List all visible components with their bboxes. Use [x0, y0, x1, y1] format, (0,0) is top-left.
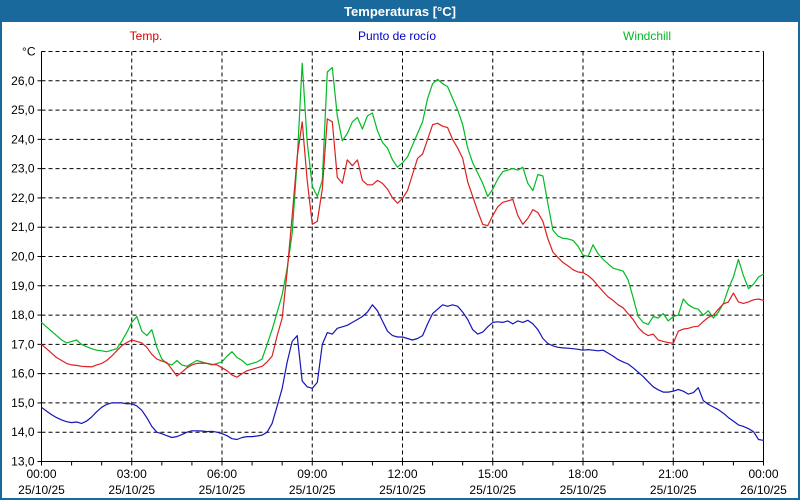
x-axis-date-label: 26/10/25 [740, 483, 787, 497]
y-axis-tick-label: 25,0 [11, 103, 35, 117]
y-axis-tick-label: 23,0 [11, 162, 35, 176]
y-axis-tick-label: 20,0 [11, 250, 35, 264]
y-axis-tick-label: 19,0 [11, 279, 35, 293]
y-axis-tick-label: 26,0 [11, 74, 35, 88]
x-axis-date-label: 25/10/25 [469, 483, 516, 497]
x-axis-date-label: 25/10/25 [108, 483, 155, 497]
x-axis-time-label: 15:00 [478, 467, 508, 481]
x-axis-time-label: 06:00 [207, 467, 237, 481]
gridlines [42, 52, 764, 462]
x-axis-date-label: 25/10/25 [379, 483, 426, 497]
y-axis-tick-label: 14,0 [11, 425, 35, 439]
x-axis-time-label: 00:00 [26, 467, 56, 481]
y-axis-tick-label: 18,0 [11, 308, 35, 322]
x-axis-time-label: 00:00 [748, 467, 778, 481]
temperature-chart: 13,014,015,016,017,018,019,020,021,022,0… [2, 2, 800, 500]
x-axis-date-label: 25/10/25 [18, 483, 65, 497]
x-axis-time-label: 03:00 [117, 467, 147, 481]
y-axis-unit-label: °C [22, 45, 36, 59]
y-axis-tick-label: 15,0 [11, 396, 35, 410]
y-axis-tick-label: 16,0 [11, 367, 35, 381]
axis-labels: 13,014,015,016,017,018,019,020,021,022,0… [11, 45, 787, 498]
x-axis-date-label: 25/10/25 [199, 483, 246, 497]
x-axis-date-label: 25/10/25 [289, 483, 336, 497]
y-axis-tick-label: 21,0 [11, 220, 35, 234]
app-window: Temperaturas [°C] Temp. Punto de rocío W… [0, 0, 800, 500]
x-axis-time-label: 12:00 [387, 467, 417, 481]
x-axis-time-label: 18:00 [568, 467, 598, 481]
x-axis-time-label: 09:00 [297, 467, 327, 481]
x-axis-date-label: 25/10/25 [560, 483, 607, 497]
x-axis-time-label: 21:00 [658, 467, 688, 481]
y-axis-tick-label: 17,0 [11, 337, 35, 351]
y-axis-tick-label: 24,0 [11, 132, 35, 146]
y-axis-tick-label: 22,0 [11, 191, 35, 205]
x-axis-date-label: 25/10/25 [650, 483, 697, 497]
